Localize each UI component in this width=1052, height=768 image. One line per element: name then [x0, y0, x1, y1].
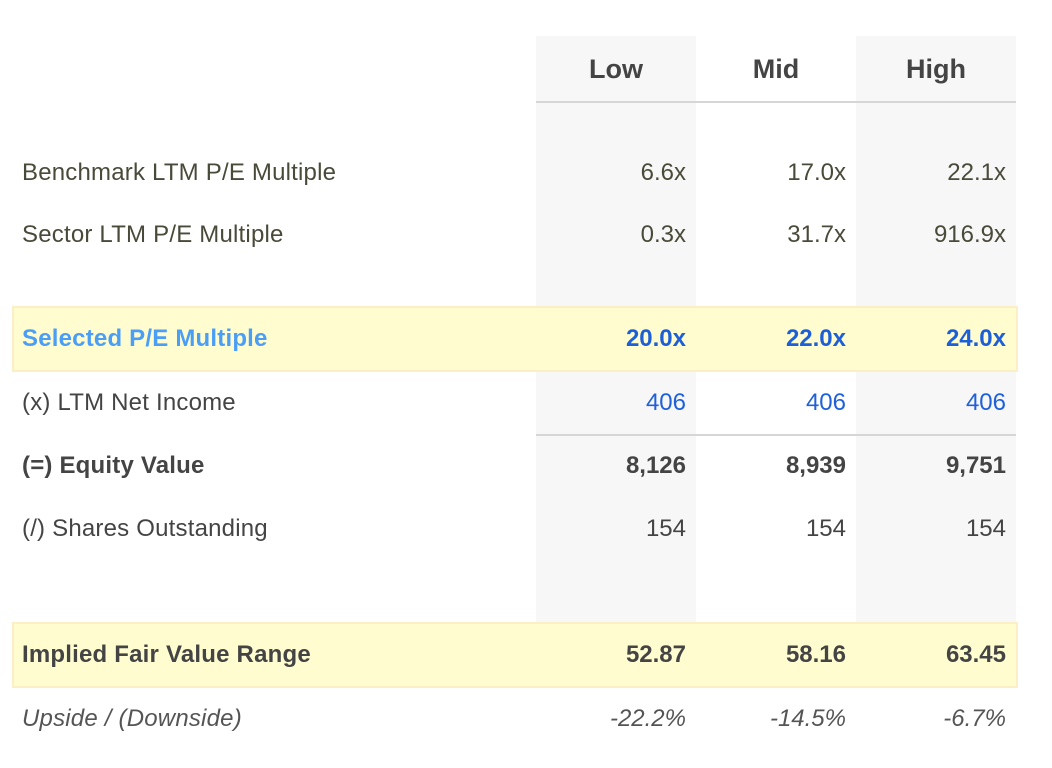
row-label: (x) LTM Net Income [22, 389, 236, 416]
value-mid: 154 [805, 515, 846, 542]
value-low: 406 [645, 389, 686, 416]
row-sector-multiple: Sector LTM P/E Multiple 0.3x 31.7x 916.9… [0, 204, 1052, 266]
value-low: 6.6x [640, 159, 686, 186]
value-high: -6.7% [943, 705, 1006, 732]
row-selected-multiple: Selected P/E Multiple 20.0x 22.0x 24.0x [0, 308, 1052, 370]
value-high: 154 [965, 515, 1006, 542]
value-mid: 406 [805, 389, 846, 416]
row-label: (/) Shares Outstanding [22, 515, 268, 542]
value-mid: 17.0x [787, 159, 846, 186]
row-label: Sector LTM P/E Multiple [22, 221, 284, 248]
value-high: 63.45 [945, 641, 1006, 668]
value-low[interactable]: 20.0x [536, 308, 696, 370]
row-label: (=) Equity Value [22, 452, 205, 479]
header-high: High [906, 53, 966, 84]
value-high: 406 [965, 389, 1006, 416]
value-high[interactable]: 24.0x [856, 308, 1016, 370]
value-mid: -14.5% [769, 705, 846, 732]
row-label: Upside / (Downside) [22, 705, 242, 732]
value-mid: 58.16 [785, 641, 846, 668]
value-low: 154 [645, 515, 686, 542]
row-label: Implied Fair Value Range [22, 641, 311, 668]
value-low: 8,126 [625, 452, 686, 479]
header-divider [536, 101, 1016, 103]
row-net-income: (x) LTM Net Income 406 406 406 [0, 372, 1052, 434]
row-benchmark-multiple: Benchmark LTM P/E Multiple 6.6x 17.0x 22… [0, 142, 1052, 204]
row-shares-outstanding: (/) Shares Outstanding 154 154 154 [0, 498, 1052, 560]
row-implied-fair-value: Implied Fair Value Range 52.87 58.16 63.… [0, 624, 1052, 686]
value-mid: 8,939 [785, 452, 846, 479]
value-mid[interactable]: 22.0x [696, 308, 856, 370]
row-equity-value: (=) Equity Value 8,126 8,939 9,751 [0, 435, 1052, 497]
value-mid: 31.7x [787, 221, 846, 248]
row-upside-downside: Upside / (Downside) -22.2% -14.5% -6.7% [0, 688, 1052, 750]
header-low: Low [589, 53, 643, 84]
row-label: Benchmark LTM P/E Multiple [22, 159, 337, 186]
value-high: 9,751 [945, 452, 1006, 479]
value-high: 22.1x [947, 159, 1006, 186]
value-low: 52.87 [625, 641, 686, 668]
value-low: 0.3x [640, 221, 686, 248]
value-low: -22.2% [609, 705, 686, 732]
row-label: Selected P/E Multiple [22, 325, 268, 352]
value-high: 916.9x [933, 221, 1006, 248]
header-mid: Mid [752, 53, 800, 84]
